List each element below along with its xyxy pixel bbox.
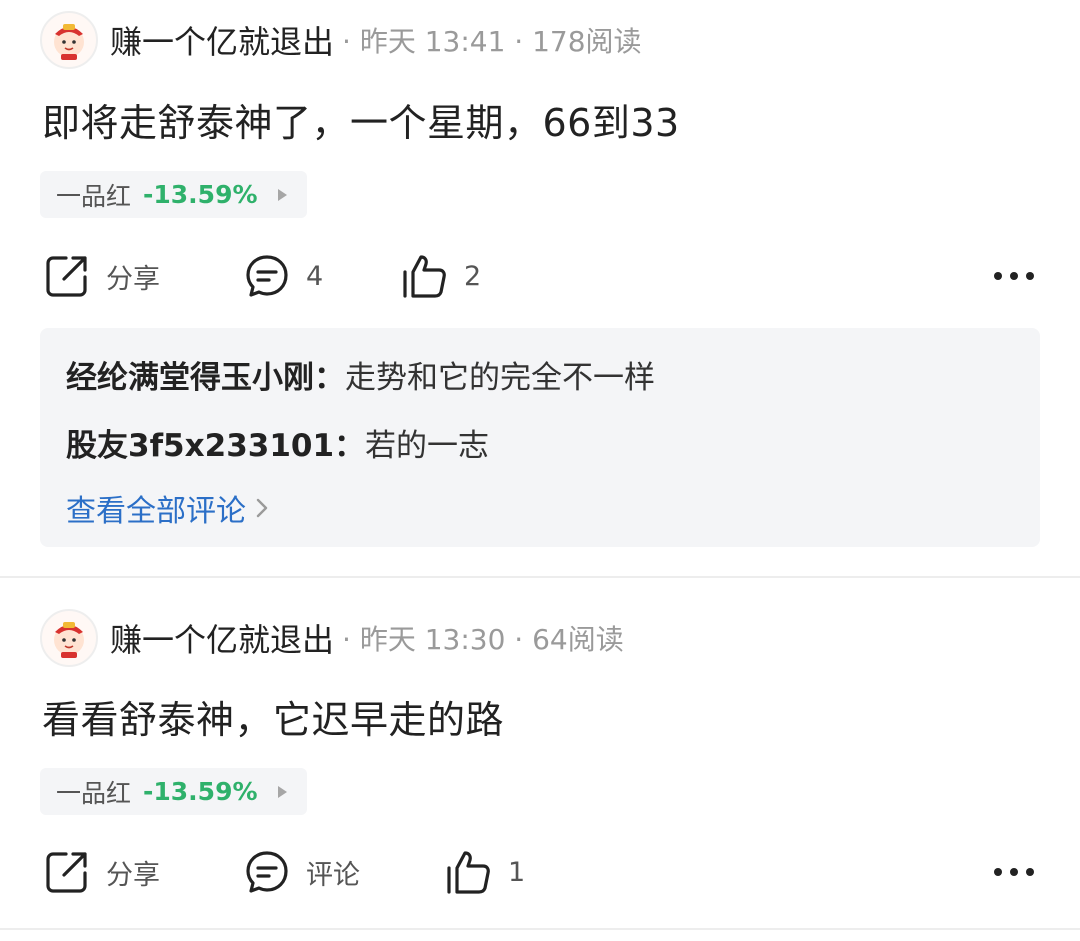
share-icon [46,256,87,297]
comment-author[interactable]: 经纶满堂得玉小刚： [66,360,345,396]
post-content[interactable]: 看看舒泰神，它迟早走的路 [42,689,504,744]
comment-item[interactable]: 股友3f5x233101：若的一志 [66,420,489,465]
share-button[interactable]: 分享 [44,248,160,304]
post-header: 赚一个亿就退出 · 昨天 13:41 · 178阅读 [40,10,642,70]
more-button[interactable] [992,248,1036,304]
play-arrow-icon [277,188,287,201]
share-label: 分享 [106,263,160,295]
like-button[interactable]: 2 [400,248,481,304]
more-icon [994,868,1034,876]
comment-text: 走势和它的完全不一样 [345,360,655,396]
comment-label: 评论 [306,859,360,891]
comment-count: 4 [306,260,324,292]
comment-item[interactable]: 经纶满堂得玉小刚：走势和它的完全不一样 [66,352,655,397]
comment-icon [246,851,288,893]
post-header: 赚一个亿就退出 · 昨天 13:30 · 64阅读 [40,608,624,668]
post-card[interactable]: 赚一个亿就退出 · 昨天 13:30 · 64阅读 看看舒泰神，它迟早走的路 一… [0,578,1080,941]
like-count: 2 [464,260,482,292]
avatar[interactable] [40,609,98,667]
post-card[interactable]: 赚一个亿就退出 · 昨天 13:41 · 178阅读 即将走舒泰神了，一个星期，… [0,0,1080,578]
comments-preview[interactable]: 经纶满堂得玉小刚：走势和它的完全不一样 股友3f5x233101：若的一志 查看… [40,328,1040,547]
post-divider [0,928,1080,930]
stock-change: -13.59% [143,180,258,209]
view-all-label: 查看全部评论 [66,494,246,529]
stock-tag[interactable]: 一品红 -13.59% [40,171,307,218]
comment-author[interactable]: 股友3f5x233101： [66,428,365,464]
avatar[interactable] [40,11,98,69]
stock-change: -13.59% [143,777,258,806]
thumbs-up-icon [403,255,446,298]
comment-text: 若的一志 [365,428,490,464]
action-bar: 分享 评论 1 [0,844,1080,900]
username[interactable]: 赚一个亿就退出 [110,615,334,661]
username[interactable]: 赚一个亿就退出 [110,17,334,63]
share-icon [46,852,87,893]
comment-button[interactable]: 评论 [244,844,360,900]
thumbs-up-icon [447,851,490,894]
view-all-comments-link[interactable]: 查看全部评论 [66,486,268,530]
stock-tag[interactable]: 一品红 -13.59% [40,768,307,815]
post-content[interactable]: 即将走舒泰神了，一个星期，66到33 [42,92,680,147]
more-icon [994,272,1034,280]
post-feed: 赚一个亿就退出 · 昨天 13:41 · 178阅读 即将走舒泰神了，一个星期，… [0,0,1080,941]
more-button[interactable] [992,844,1036,900]
comment-icon [246,255,288,297]
comment-button[interactable]: 4 [244,248,323,304]
like-button[interactable]: 1 [444,844,525,900]
post-meta: · 昨天 13:30 · 64阅读 [342,623,624,656]
stock-name: 一品红 [56,778,132,808]
stock-name: 一品红 [56,181,132,211]
play-arrow-icon [277,785,287,798]
share-label: 分享 [106,859,160,891]
chevron-right-icon [256,498,268,518]
action-bar: 分享 4 2 [0,248,1080,304]
like-count: 1 [508,856,526,888]
share-button[interactable]: 分享 [44,844,160,900]
post-meta: · 昨天 13:41 · 178阅读 [342,25,642,58]
